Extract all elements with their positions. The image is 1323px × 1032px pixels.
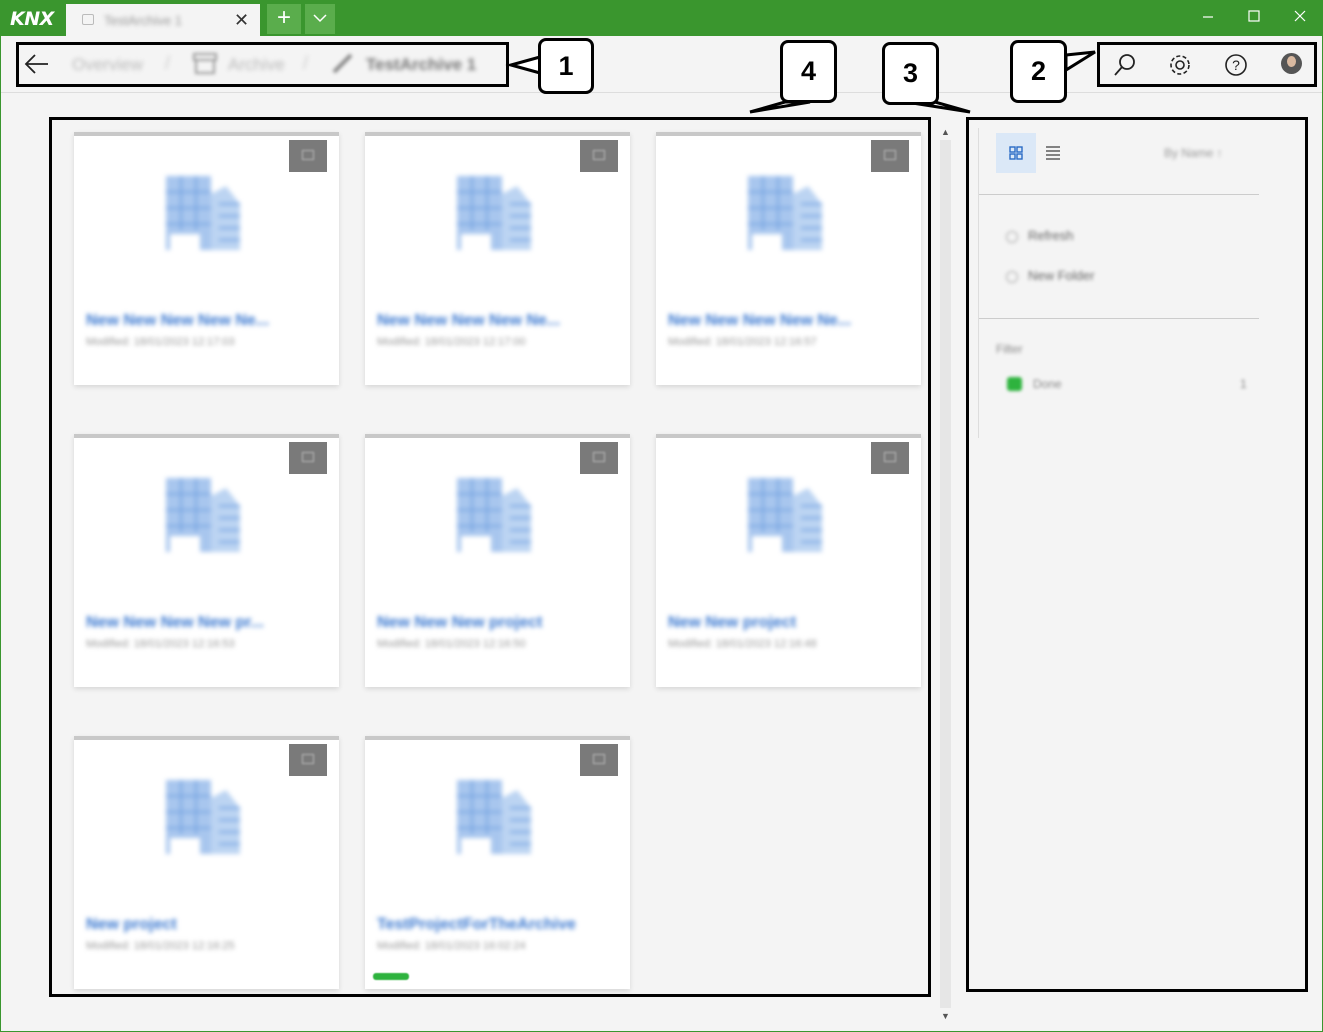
callout-pointers xyxy=(505,50,1096,114)
callout-1: 1 xyxy=(538,38,594,94)
callout-4: 4 xyxy=(780,40,837,103)
callout-3: 3 xyxy=(882,42,939,105)
callout-2: 2 xyxy=(1010,40,1067,103)
